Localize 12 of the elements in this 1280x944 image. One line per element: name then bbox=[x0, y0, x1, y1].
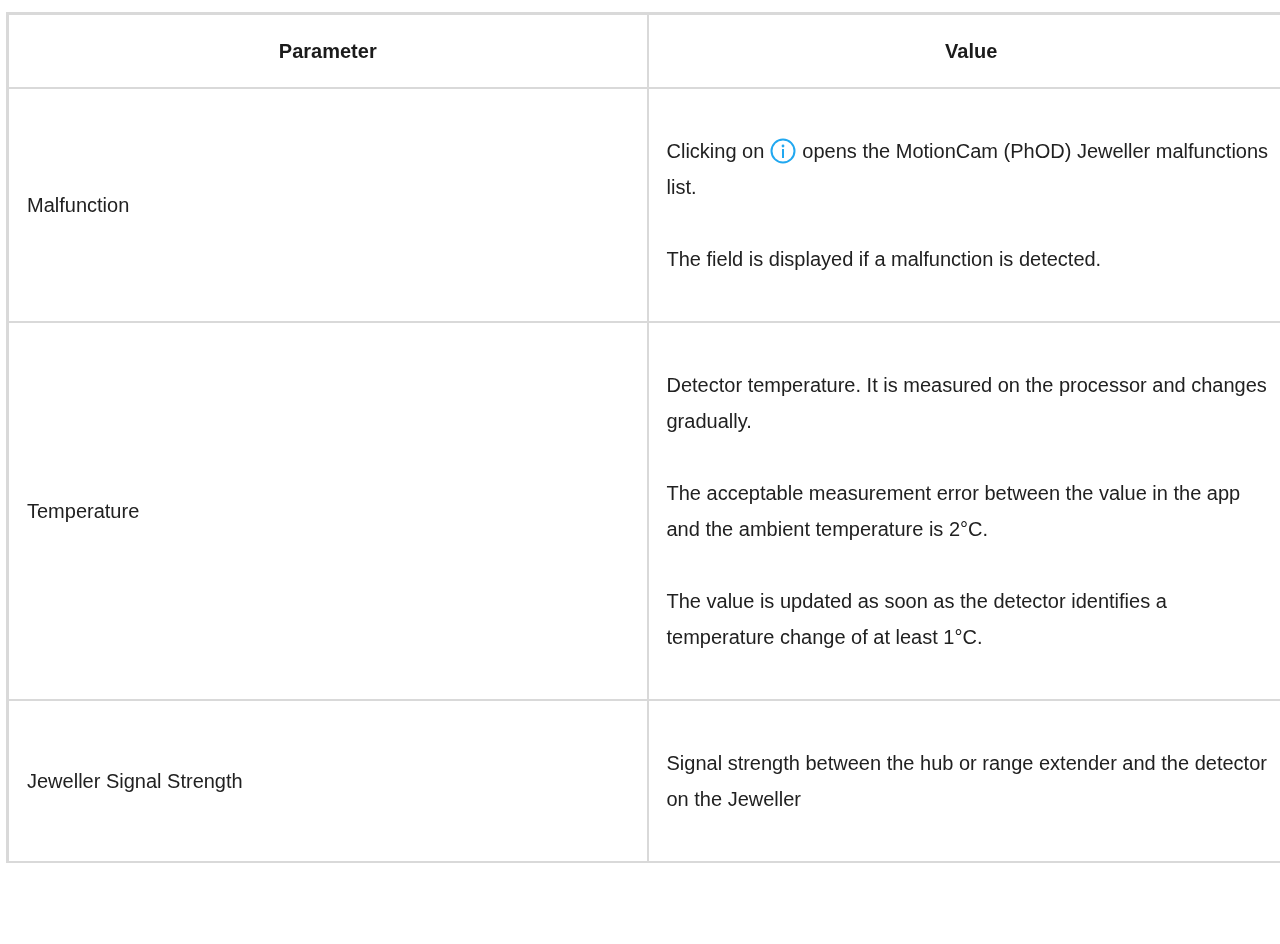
value-text: Clicking on opens the MotionCam (PhOD) Jeweller malfunctions list. bbox=[666, 137, 1270, 200]
parameter-name: Malfunction bbox=[27, 194, 130, 216]
parameter-name: Jeweller Signal Strength bbox=[27, 770, 243, 792]
value-text: The acceptable measurement error between the value in the app and the ambient temperature is 2°C. bbox=[666, 481, 1242, 542]
column-header: Parameter bbox=[7, 13, 648, 88]
info-icon bbox=[770, 138, 797, 164]
value-text: Detector temperature. It is measured on the processor and changes gradually. bbox=[666, 373, 1268, 434]
column-header: Value bbox=[647, 13, 1280, 88]
value-text: The field is displayed if a malfunction is detected. bbox=[666, 247, 1103, 272]
value-text: The value is updated as soon as the detector identifies a temperature change of at least 1°C. bbox=[666, 589, 1168, 650]
value-text: Signal strength between the hub or range extender and the detector on the Jeweller bbox=[666, 751, 1268, 812]
parameter-name: Temperature bbox=[27, 500, 140, 522]
